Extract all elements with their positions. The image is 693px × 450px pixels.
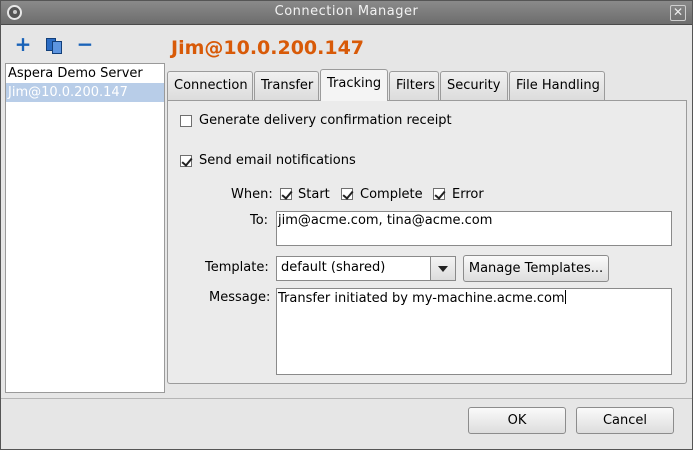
tab-security[interactable]: Security: [440, 71, 508, 100]
tab-transfer[interactable]: Transfer: [254, 71, 319, 100]
to-field[interactable]: jim@acme.com, tina@acme.com: [276, 211, 672, 246]
minus-icon[interactable]: −: [73, 33, 97, 57]
message-field[interactable]: Transfer initiated by my-machine.acme.co…: [276, 288, 672, 375]
when-error-label: Error: [452, 187, 484, 202]
when-label: When:: [231, 187, 273, 202]
server-list: Aspera Demo Server Jim@10.0.200.147: [5, 63, 165, 393]
copy-icon[interactable]: [43, 33, 67, 57]
close-icon[interactable]: ✕: [670, 5, 686, 21]
server-item-aspera-demo[interactable]: Aspera Demo Server: [6, 64, 164, 83]
manage-templates-button[interactable]: Manage Templates...: [463, 255, 609, 282]
title-bar[interactable]: Connection Manager ✕: [1, 1, 692, 25]
when-error-checkbox[interactable]: [433, 188, 445, 200]
tab-connection[interactable]: Connection: [167, 71, 253, 100]
template-value: default (shared): [281, 260, 386, 275]
plus-icon[interactable]: +: [11, 33, 35, 57]
message-label: Message:: [209, 290, 271, 305]
email-notifications-checkbox[interactable]: [180, 155, 192, 167]
server-item-jim[interactable]: Jim@10.0.200.147: [6, 83, 164, 102]
tab-file-handling[interactable]: File Handling: [509, 71, 605, 100]
when-complete-label: Complete: [360, 187, 423, 202]
footer-divider: [1, 398, 692, 399]
server-item-label: Aspera Demo Server: [8, 66, 143, 81]
text-caret: [564, 290, 566, 304]
to-value: jim@acme.com, tina@acme.com: [278, 213, 493, 228]
delivery-receipt-checkbox[interactable]: [180, 115, 192, 127]
page-title: Jim@10.0.200.147: [171, 37, 365, 59]
template-label: Template:: [205, 260, 269, 275]
email-notifications-label: Send email notifications: [199, 153, 356, 168]
window-title: Connection Manager: [274, 4, 419, 19]
server-item-label: Jim@10.0.200.147: [8, 85, 128, 100]
cancel-button[interactable]: Cancel: [576, 407, 674, 434]
tracking-panel: Generate delivery confirmation receipt S…: [167, 100, 687, 384]
delivery-receipt-label: Generate delivery confirmation receipt: [199, 113, 452, 128]
when-start-label: Start: [298, 187, 330, 202]
message-value: Transfer initiated by my-machine.acme.co…: [278, 291, 565, 306]
to-label: To:: [250, 213, 269, 228]
server-toolbar: + −: [5, 31, 165, 61]
ok-button[interactable]: OK: [468, 407, 566, 434]
tab-filters[interactable]: Filters: [389, 71, 439, 100]
template-select[interactable]: default (shared): [276, 256, 456, 281]
when-complete-checkbox[interactable]: [341, 188, 353, 200]
tab-tracking[interactable]: Tracking: [320, 69, 388, 101]
connection-manager-window: Connection Manager ✕ + − Aspera Demo Ser…: [0, 0, 693, 450]
chevron-down-icon[interactable]: [430, 257, 455, 280]
when-start-checkbox[interactable]: [280, 188, 292, 200]
